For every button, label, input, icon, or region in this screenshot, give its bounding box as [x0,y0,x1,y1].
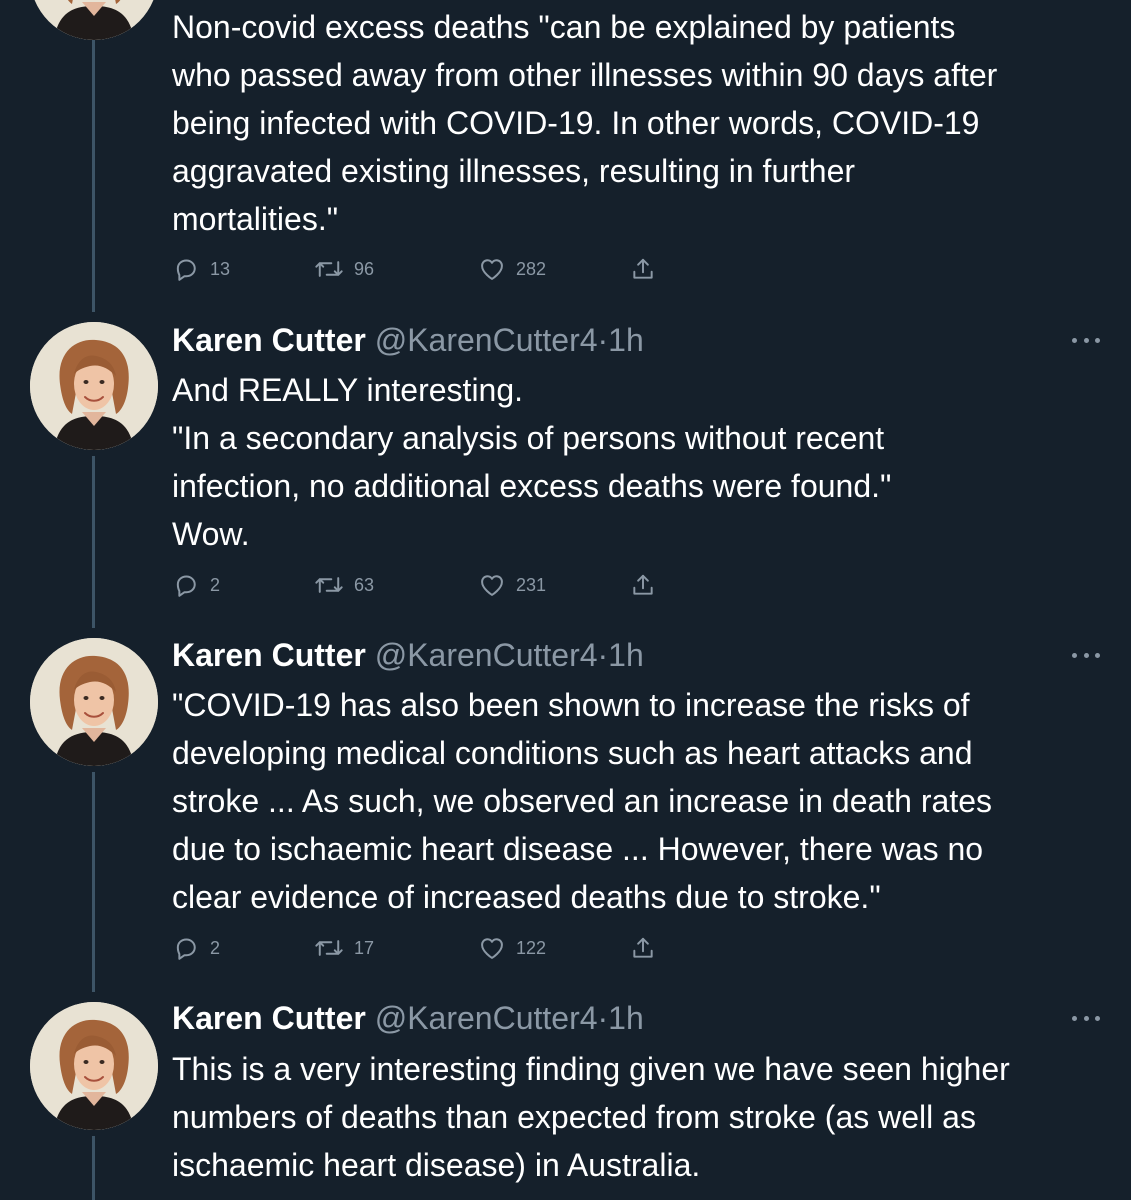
author-name[interactable]: Karen Cutter [172,322,366,358]
retweet-count: 63 [354,574,375,595]
share-icon [630,255,656,283]
tweet-text: Non-covid excess deaths "can be explaine… [172,3,1112,243]
reply-button[interactable]: 2 [172,570,220,600]
tweet-actions: 2 63 231 [172,570,672,600]
timestamp[interactable]: 1h [608,322,644,358]
reply-button[interactable]: 13 [172,254,230,284]
tweet-text: This is a very interesting finding given… [172,1045,1112,1189]
tweet-text-line: due to ischaemic heart disease ... Howev… [172,831,984,867]
tweet-text: And REALLY interesting. "In a secondary … [172,366,1112,558]
tweet-text-line: who passed away from other illnesses wit… [172,57,998,93]
reply-count: 13 [210,258,231,279]
author-name[interactable]: Karen Cutter [172,1000,366,1036]
thread-line [92,772,95,992]
share-icon [630,571,656,599]
like-icon [478,934,506,962]
author-name[interactable]: Karen Cutter [172,637,366,673]
tweet-text-line: numbers of deaths than expected from str… [172,1099,976,1135]
author-handle[interactable]: @KarenCutter4 [375,1000,598,1036]
like-count: 122 [516,937,547,958]
tweet-text-line: stroke ... As such, we observed an incre… [172,783,992,819]
like-button[interactable]: 231 [478,570,546,600]
retweet-icon [314,571,344,599]
retweet-button[interactable]: 17 [314,933,374,963]
reply-count: 2 [210,937,221,958]
reply-count: 2 [210,574,221,595]
avatar[interactable] [30,0,158,40]
tweet-text-line: developing medical conditions such as he… [172,735,973,771]
thread-line [92,40,95,312]
retweet-count: 17 [354,937,375,958]
tweet-text-line: being infected with COVID-19. In other w… [172,105,980,141]
more-icon[interactable] [1072,1013,1100,1023]
share-icon [630,934,656,962]
avatar[interactable] [30,322,158,450]
more-icon[interactable] [1072,335,1100,345]
tweet-text-line: Wow. [172,516,250,552]
avatar[interactable] [30,638,158,766]
like-icon [478,571,506,599]
tweet-header: Karen Cutter @KarenCutter4·1h [172,998,644,1038]
thread-line [92,456,95,628]
reply-icon [172,255,200,283]
tweet-text-line: infection, no additional excess deaths w… [172,468,892,504]
share-button[interactable] [630,570,656,600]
reply-button[interactable]: 2 [172,933,220,963]
share-button[interactable] [630,254,656,284]
separator-dot: · [597,1000,609,1036]
like-button[interactable]: 282 [478,254,546,284]
retweet-icon [314,255,344,283]
reply-icon [172,934,200,962]
tweet-text-line: "In a secondary analysis of persons with… [172,420,885,456]
like-count: 231 [516,574,547,595]
retweet-count: 96 [354,258,375,279]
like-count: 282 [516,258,547,279]
tweet-text-line: "COVID-19 has also been shown to increas… [172,687,970,723]
separator-dot: · [597,637,609,673]
like-icon [478,255,506,283]
tweet-text-line: This is a very interesting finding given… [172,1051,1010,1087]
retweet-icon [314,934,344,962]
timestamp[interactable]: 1h [608,1000,644,1036]
tweet-text-line: aggravated existing illnesses, resulting… [172,153,856,189]
tweet-text-line: And REALLY interesting. [172,372,524,408]
separator-dot: · [597,322,609,358]
retweet-button[interactable]: 96 [314,254,374,284]
more-icon[interactable] [1072,650,1100,660]
tweet-text: "COVID-19 has also been shown to increas… [172,681,1112,921]
share-button[interactable] [630,933,656,963]
author-handle[interactable]: @KarenCutter4 [375,637,598,673]
reply-icon [172,571,200,599]
avatar[interactable] [30,1002,158,1130]
tweet-text-line: mortalities." [172,201,339,237]
tweet-actions: 13 96 282 [172,254,672,284]
author-handle[interactable]: @KarenCutter4 [375,322,598,358]
thread-line [92,1136,95,1200]
timestamp[interactable]: 1h [608,637,644,673]
tweet-text-line: clear evidence of increased deaths due t… [172,879,881,915]
like-button[interactable]: 122 [478,933,546,963]
tweet-text-line: Non-covid excess deaths "can be explaine… [172,9,956,45]
retweet-button[interactable]: 63 [314,570,374,600]
tweet-text-line: ischaemic heart disease) in Australia. [172,1147,701,1183]
tweet-header: Karen Cutter @KarenCutter4·1h [172,635,644,675]
tweet-header: Karen Cutter @KarenCutter4·1h [172,320,644,360]
tweet-actions: 2 17 122 [172,933,672,963]
